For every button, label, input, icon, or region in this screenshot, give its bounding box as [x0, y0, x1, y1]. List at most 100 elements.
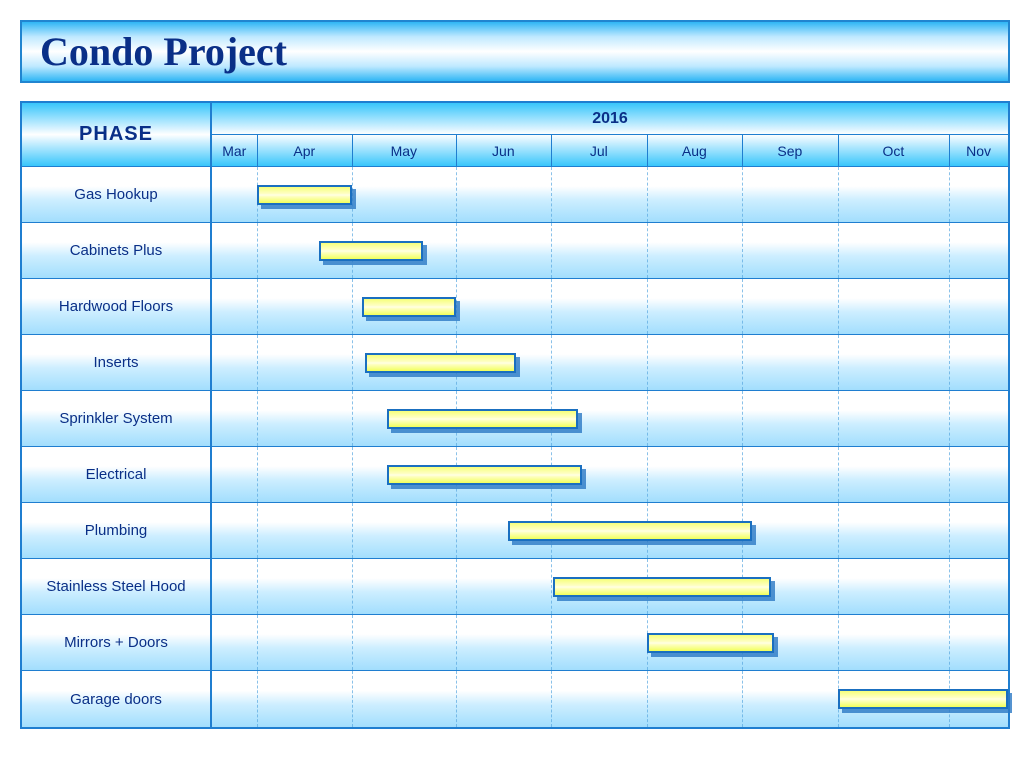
gantt-bar [365, 353, 516, 373]
gantt-bar [362, 297, 456, 317]
gantt-bar [647, 633, 774, 653]
task-row: Gas Hookup [22, 167, 1008, 223]
month-divider [949, 447, 950, 502]
month-divider [456, 167, 457, 222]
month-divider [647, 391, 648, 446]
page-title: Condo Project [40, 28, 990, 75]
month-divider [742, 223, 743, 278]
month-label: May [352, 135, 455, 166]
month-divider [647, 447, 648, 502]
month-divider [838, 559, 839, 614]
month-divider [352, 559, 353, 614]
month-divider [257, 279, 258, 334]
gantt-bar [387, 409, 578, 429]
gantt-bar-fill [387, 465, 582, 485]
month-divider [949, 335, 950, 390]
month-divider [551, 615, 552, 670]
task-row: Stainless Steel Hood [22, 559, 1008, 615]
month-divider [838, 503, 839, 558]
task-label: Inserts [22, 335, 212, 390]
gantt-header-row: PHASE 2016 MarAprMayJunJulAugSepOctNov [22, 103, 1008, 167]
task-timeline [212, 615, 1008, 670]
month-divider [456, 559, 457, 614]
month-label: Mar [212, 135, 257, 166]
task-label: Cabinets Plus [22, 223, 212, 278]
month-divider [742, 167, 743, 222]
gantt-bar-fill [647, 633, 774, 653]
month-divider [949, 503, 950, 558]
gantt-bar-fill [365, 353, 516, 373]
month-divider [838, 223, 839, 278]
task-row: Garage doors [22, 671, 1008, 727]
month-divider [352, 335, 353, 390]
month-label: Sep [742, 135, 838, 166]
gantt-bar [508, 521, 752, 541]
task-timeline [212, 167, 1008, 222]
month-divider [742, 391, 743, 446]
month-label: Nov [949, 135, 1008, 166]
month-divider [352, 447, 353, 502]
task-label: Plumbing [22, 503, 212, 558]
task-row: Electrical [22, 447, 1008, 503]
month-divider [838, 335, 839, 390]
month-divider [257, 223, 258, 278]
month-divider [949, 391, 950, 446]
month-divider [949, 615, 950, 670]
month-divider [257, 335, 258, 390]
task-label: Garage doors [22, 671, 212, 727]
month-divider [949, 279, 950, 334]
task-label: Sprinkler System [22, 391, 212, 446]
task-timeline [212, 223, 1008, 278]
month-divider [257, 671, 258, 727]
task-label: Hardwood Floors [22, 279, 212, 334]
month-divider [551, 335, 552, 390]
month-divider [838, 167, 839, 222]
month-divider [456, 671, 457, 727]
month-divider [838, 391, 839, 446]
month-divider [257, 615, 258, 670]
month-divider [257, 391, 258, 446]
gantt-bar [838, 689, 1008, 709]
month-label: Jun [456, 135, 552, 166]
month-divider [949, 167, 950, 222]
month-label: Oct [838, 135, 949, 166]
month-divider [551, 135, 552, 166]
task-label: Gas Hookup [22, 167, 212, 222]
gantt-bar [387, 465, 582, 485]
gantt-bar-fill [257, 185, 353, 205]
task-label: Electrical [22, 447, 212, 502]
timeline-header: 2016 MarAprMayJunJulAugSepOctNov [212, 103, 1008, 166]
month-divider [647, 135, 648, 166]
month-divider [647, 279, 648, 334]
task-timeline [212, 447, 1008, 502]
month-divider [456, 135, 457, 166]
gantt-bar [553, 577, 771, 597]
month-divider [647, 335, 648, 390]
task-timeline [212, 559, 1008, 614]
task-row: Mirrors + Doors [22, 615, 1008, 671]
gantt-bar-fill [508, 521, 752, 541]
gantt-bar-fill [553, 577, 771, 597]
gantt-bar-fill [319, 241, 422, 261]
month-divider [551, 223, 552, 278]
month-divider [742, 447, 743, 502]
month-divider [949, 559, 950, 614]
gantt-bar [319, 241, 422, 261]
month-divider [352, 671, 353, 727]
task-timeline [212, 335, 1008, 390]
gantt-bar-fill [387, 409, 578, 429]
task-label: Stainless Steel Hood [22, 559, 212, 614]
month-header-track: MarAprMayJunJulAugSepOctNov [212, 135, 1008, 166]
month-divider [647, 671, 648, 727]
month-divider [949, 135, 950, 166]
month-label: Aug [647, 135, 743, 166]
month-divider [838, 135, 839, 166]
month-divider [257, 447, 258, 502]
month-divider [257, 135, 258, 166]
task-timeline [212, 279, 1008, 334]
year-label: 2016 [212, 103, 1008, 135]
gantt-bar-fill [362, 297, 456, 317]
task-timeline [212, 671, 1008, 727]
month-divider [647, 167, 648, 222]
month-divider [352, 279, 353, 334]
